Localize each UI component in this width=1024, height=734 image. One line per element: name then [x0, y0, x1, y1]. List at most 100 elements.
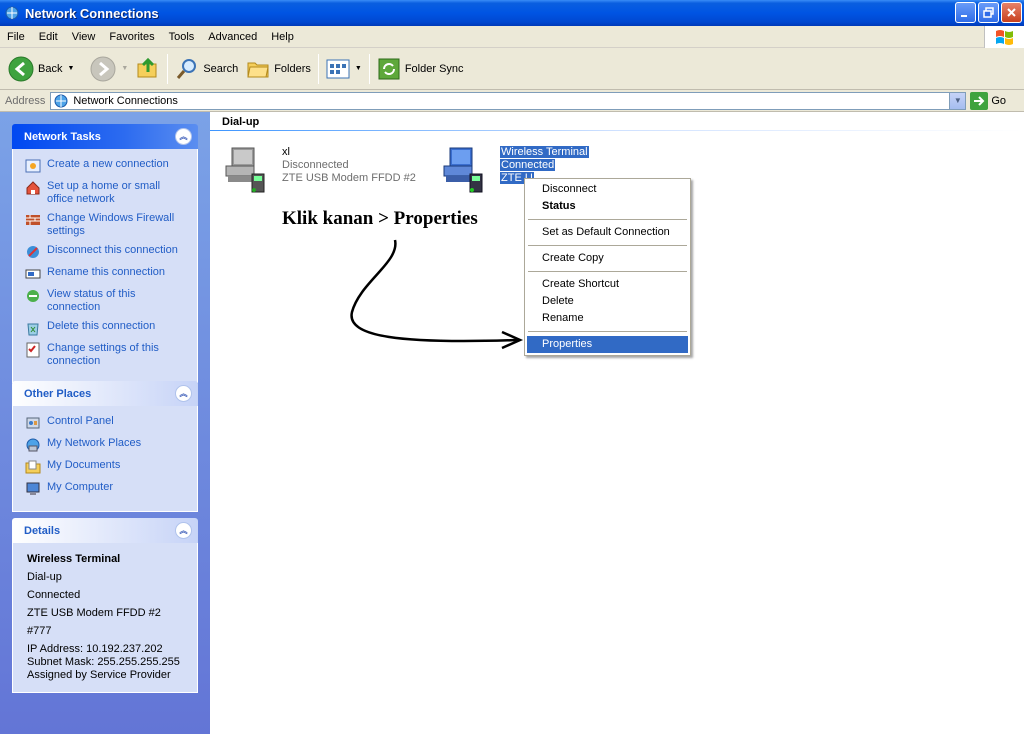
other-places-title: Other Places — [24, 387, 92, 400]
restore-button[interactable] — [978, 2, 999, 23]
collapse-chevron-icon[interactable]: ︽ — [175, 522, 192, 539]
dialup-connection-icon — [443, 147, 483, 193]
place-my-network-places[interactable]: My Network Places — [25, 437, 189, 453]
other-places-header[interactable]: Other Places ︽ — [12, 381, 198, 406]
network-tasks-header[interactable]: Network Tasks ︽ — [12, 124, 198, 149]
toolbar-separator — [167, 53, 169, 84]
context-menu: Disconnect Status Set as Default Connect… — [524, 178, 691, 356]
ctx-set-default[interactable]: Set as Default Connection — [527, 224, 688, 241]
dialup-connection-icon — [225, 147, 265, 193]
new-connection-icon — [25, 159, 41, 173]
task-setup-home-network[interactable]: Set up a home or small office network — [25, 180, 189, 206]
task-create-connection[interactable]: Create a new connection — [25, 158, 189, 174]
forward-button[interactable]: ▼ — [86, 52, 132, 86]
toolbar: Back ▼ ▼ Search Folders ▼ Folder Sync — [0, 48, 1024, 90]
ctx-create-copy[interactable]: Create Copy — [527, 250, 688, 267]
back-label: Back — [38, 62, 63, 75]
search-icon — [177, 58, 197, 79]
folder-sync-icon — [378, 58, 400, 79]
ctx-separator — [528, 245, 687, 246]
annotation-text: Klik kanan > Properties — [282, 208, 478, 229]
ctx-disconnect[interactable]: Disconnect — [527, 181, 688, 198]
network-connections-icon — [54, 94, 68, 107]
home-network-icon — [26, 181, 40, 195]
status-icon — [27, 290, 39, 302]
views-icon — [326, 59, 350, 78]
task-disconnect[interactable]: Disconnect this connection — [25, 244, 189, 260]
address-value: Network Connections — [73, 94, 178, 107]
minimize-button[interactable] — [955, 2, 976, 23]
network-tasks-title: Network Tasks — [24, 130, 101, 143]
windows-logo-icon — [984, 26, 1024, 48]
back-button[interactable]: Back ▼ — [4, 52, 78, 86]
group-divider — [210, 130, 1024, 131]
computer-icon — [26, 482, 40, 495]
connections-view: Dial-up xl Disconnected ZTE USB Modem FF… — [210, 112, 1024, 734]
menu-favorites[interactable]: Favorites — [102, 26, 161, 48]
collapse-chevron-icon[interactable]: ︽ — [175, 128, 192, 145]
firewall-icon — [26, 215, 40, 225]
close-button[interactable] — [1001, 2, 1022, 23]
up-folder-button[interactable] — [132, 52, 164, 86]
connection-item-xl[interactable]: xl Disconnected ZTE USB Modem FFDD #2 — [224, 146, 416, 194]
ctx-delete[interactable]: Delete — [527, 293, 688, 310]
details-assigned: Assigned by Service Provider — [27, 669, 171, 681]
views-dropdown-icon[interactable]: ▼ — [355, 65, 362, 72]
ctx-create-shortcut[interactable]: Create Shortcut — [527, 276, 688, 293]
forward-arrow-icon — [90, 56, 116, 81]
collapse-chevron-icon[interactable]: ︽ — [175, 385, 192, 402]
toolbar-separator — [368, 53, 370, 84]
details-subnet: Subnet Mask: 255.255.255.255 — [27, 656, 180, 668]
place-control-panel[interactable]: Control Panel — [25, 415, 189, 431]
go-button[interactable]: Go — [970, 91, 1006, 110]
back-dropdown-icon[interactable]: ▼ — [67, 65, 74, 72]
task-change-firewall[interactable]: Change Windows Firewall settings — [25, 212, 189, 238]
place-my-documents[interactable]: My Documents — [25, 459, 189, 475]
ctx-separator — [528, 331, 687, 332]
search-label: Search — [203, 62, 239, 75]
task-view-status[interactable]: View status of this connection — [25, 288, 189, 314]
address-bar: Address Network Connections ▼ Go — [0, 90, 1024, 112]
connection-text-xl: xl Disconnected ZTE USB Modem FFDD #2 — [282, 146, 416, 194]
other-places-body: Control Panel My Network Places My Docum… — [12, 406, 198, 512]
details-header[interactable]: Details ︽ — [12, 518, 198, 543]
details-ip: IP Address: 10.192.237.202 — [27, 643, 163, 655]
details-type: Dial-up — [27, 571, 62, 583]
folders-button[interactable]: Folders — [242, 52, 315, 86]
folders-icon — [247, 62, 269, 77]
ctx-properties[interactable]: Properties — [527, 336, 688, 353]
network-tasks-panel: Network Tasks ︽ Create a new connection … — [12, 124, 198, 383]
folders-label: Folders — [274, 62, 311, 75]
search-button[interactable]: Search — [171, 52, 242, 86]
menu-view[interactable]: View — [65, 26, 103, 48]
up-folder-icon — [137, 57, 157, 77]
restore-icon — [983, 7, 994, 18]
task-delete[interactable]: Delete this connection — [25, 320, 189, 336]
connection-status: Disconnected — [282, 159, 349, 171]
place-my-computer[interactable]: My Computer — [25, 481, 189, 497]
task-change-settings[interactable]: Change settings of this connection — [25, 342, 189, 368]
menu-help[interactable]: Help — [264, 26, 301, 48]
details-title: Details — [24, 524, 61, 537]
connection-name: xl — [282, 146, 290, 158]
menu-tools[interactable]: Tools — [162, 26, 202, 48]
window-title: Network Connections — [25, 5, 159, 21]
connection-device: ZTE USB Modem FFDD #2 — [282, 172, 416, 184]
ctx-status[interactable]: Status — [527, 198, 688, 215]
address-input[interactable]: Network Connections ▼ — [50, 91, 967, 110]
forward-dropdown-icon[interactable]: ▼ — [121, 65, 128, 72]
menu-file[interactable]: File — [0, 26, 32, 48]
folder-sync-button[interactable]: Folder Sync — [373, 52, 468, 86]
task-rename[interactable]: Rename this connection — [25, 266, 189, 282]
menu-advanced[interactable]: Advanced — [201, 26, 264, 48]
connection-name: Wireless Terminal — [500, 146, 589, 158]
address-dropdown-icon[interactable]: ▼ — [949, 92, 966, 109]
annotation-arrow — [350, 239, 524, 350]
other-places-panel: Other Places ︽ Control Panel My Network … — [12, 381, 198, 512]
ctx-rename[interactable]: Rename — [527, 310, 688, 327]
menu-edit[interactable]: Edit — [32, 26, 65, 48]
title-bar: Network Connections — [0, 0, 1024, 26]
settings-checklist-icon — [26, 342, 40, 358]
network-places-icon — [26, 438, 40, 452]
views-button[interactable]: ▼ — [322, 52, 366, 86]
